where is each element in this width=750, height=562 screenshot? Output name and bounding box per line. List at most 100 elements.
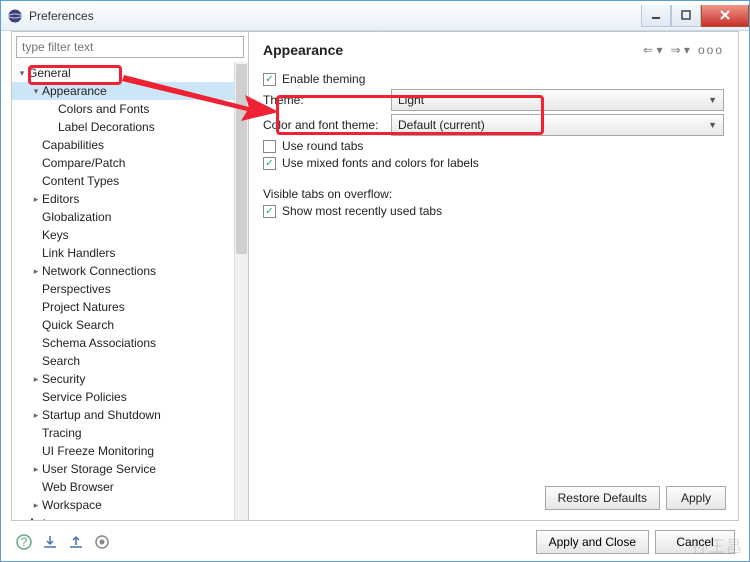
expand-icon[interactable]: ▸ — [30, 406, 42, 424]
color-font-theme-combo[interactable]: Default (current) ▼ — [391, 114, 724, 136]
window-buttons — [641, 5, 749, 27]
tree-item-label: Link Handlers — [42, 244, 115, 262]
tree-scrollbar[interactable] — [234, 62, 248, 520]
theme-value: Light — [398, 93, 424, 107]
apply-and-close-button[interactable]: Apply and Close — [536, 530, 649, 554]
tree-item[interactable]: Tracing — [12, 424, 234, 442]
expand-icon[interactable]: ▸ — [30, 496, 42, 514]
tree-item-label: Label Decorations — [58, 118, 155, 136]
tree-item[interactable]: Link Handlers — [12, 244, 234, 262]
tree-item-label: Service Policies — [42, 388, 127, 406]
tree-item[interactable]: Schema Associations — [12, 334, 234, 352]
scrollbar-thumb[interactable] — [236, 64, 247, 254]
tree-item[interactable]: Web Browser — [12, 478, 234, 496]
expand-icon[interactable]: ▸ — [30, 262, 42, 280]
mixed-fonts-checkbox[interactable]: Use mixed fonts and colors for labels — [263, 156, 479, 170]
theme-row: Theme: Light ▼ — [263, 89, 724, 111]
tree-item-label: Project Natures — [42, 298, 125, 316]
tree-item-label: Editors — [42, 190, 79, 208]
category-tree[interactable]: ▾General▾AppearanceColors and FontsLabel… — [12, 62, 234, 520]
tree-scroll: ▾General▾AppearanceColors and FontsLabel… — [12, 62, 248, 520]
expand-icon[interactable]: ▸ — [30, 190, 42, 208]
tree-item-label: Colors and Fonts — [58, 100, 149, 118]
tree-item[interactable]: Perspectives — [12, 280, 234, 298]
tree-item[interactable]: Compare/Patch — [12, 154, 234, 172]
tree-item-label: UI Freeze Monitoring — [42, 442, 154, 460]
record-icon[interactable] — [93, 533, 111, 551]
tree-item-label: Tracing — [42, 424, 82, 442]
round-tabs-row: Use round tabs — [263, 139, 724, 153]
tree-item-label: Quick Search — [42, 316, 114, 334]
expand-icon[interactable]: ▸ — [16, 514, 28, 520]
expand-icon[interactable]: ▾ — [16, 64, 28, 82]
expand-icon[interactable]: ▸ — [30, 370, 42, 388]
tree-item[interactable]: ▸Network Connections — [12, 262, 234, 280]
tree-item[interactable]: Search — [12, 352, 234, 370]
cancel-button[interactable]: Cancel — [655, 530, 735, 554]
mru-checkbox[interactable]: Show most recently used tabs — [263, 204, 442, 218]
tree-item[interactable]: ▸Startup and Shutdown — [12, 406, 234, 424]
tree-item-label: Keys — [42, 226, 69, 244]
tree-item[interactable]: Colors and Fonts — [12, 100, 234, 118]
tree-item-label: Network Connections — [42, 262, 156, 280]
tree-item[interactable]: Label Decorations — [12, 118, 234, 136]
tree-item[interactable]: ▸Workspace — [12, 496, 234, 514]
page-button-row: Restore Defaults Apply — [545, 486, 726, 510]
menu-icon[interactable]: ooo — [698, 43, 724, 57]
enable-theming-checkbox[interactable]: Enable theming — [263, 72, 365, 86]
forward-icon[interactable]: ⇒ ▾ — [671, 43, 690, 57]
tree-item-label: Startup and Shutdown — [42, 406, 161, 424]
tree-item[interactable]: UI Freeze Monitoring — [12, 442, 234, 460]
tree-item[interactable]: Capabilities — [12, 136, 234, 154]
tree-item-label: Content Types — [42, 172, 119, 190]
restore-defaults-button[interactable]: Restore Defaults — [545, 486, 660, 510]
color-font-theme-row: Color and font theme: Default (current) … — [263, 114, 724, 136]
color-font-theme-value: Default (current) — [398, 118, 485, 132]
tree-item-label: Ant — [28, 514, 46, 520]
export-icon[interactable] — [67, 533, 85, 551]
window-title: Preferences — [29, 9, 641, 23]
dialog-button-bar: ? Apply and Close Cancel — [1, 521, 749, 561]
minimize-button[interactable] — [641, 5, 671, 27]
tree-item[interactable]: Keys — [12, 226, 234, 244]
tree-item-label: Globalization — [42, 208, 111, 226]
mru-label: Show most recently used tabs — [282, 204, 442, 218]
checkbox-icon — [263, 73, 276, 86]
tree-item[interactable]: Project Natures — [12, 298, 234, 316]
expand-icon[interactable]: ▸ — [30, 460, 42, 478]
checkbox-icon — [263, 157, 276, 170]
mixed-fonts-label: Use mixed fonts and colors for labels — [282, 156, 479, 170]
visible-tabs-heading: Visible tabs on overflow: — [263, 187, 724, 201]
tree-item[interactable]: Quick Search — [12, 316, 234, 334]
round-tabs-checkbox[interactable]: Use round tabs — [263, 139, 363, 153]
theme-label: Theme: — [263, 93, 391, 107]
tree-item-label: Search — [42, 352, 80, 370]
back-icon[interactable]: ⇐ ▾ — [643, 43, 662, 57]
tree-item-label: Perspectives — [42, 280, 111, 298]
apply-button[interactable]: Apply — [666, 486, 726, 510]
tree-item[interactable]: Service Policies — [12, 388, 234, 406]
tree-item[interactable]: ▾General — [12, 64, 234, 82]
expand-icon[interactable]: ▾ — [30, 82, 42, 100]
enable-theming-label: Enable theming — [282, 72, 365, 86]
theme-combo[interactable]: Light ▼ — [391, 89, 724, 111]
maximize-button[interactable] — [671, 5, 701, 27]
round-tabs-label: Use round tabs — [282, 139, 363, 153]
close-button[interactable] — [701, 5, 749, 27]
tree-item[interactable]: Content Types — [12, 172, 234, 190]
filter-input[interactable] — [16, 36, 244, 58]
tree-item[interactable]: ▸Editors — [12, 190, 234, 208]
tree-item-label: Workspace — [42, 496, 102, 514]
tree-item-label: User Storage Service — [42, 460, 156, 478]
import-icon[interactable] — [41, 533, 59, 551]
tree-item[interactable]: ▸Ant — [12, 514, 234, 520]
category-pane: ▾General▾AppearanceColors and FontsLabel… — [11, 31, 249, 521]
help-icon[interactable]: ? — [15, 533, 33, 551]
tree-item[interactable]: ▸User Storage Service — [12, 460, 234, 478]
tree-item[interactable]: ▸Security — [12, 370, 234, 388]
tree-item[interactable]: Globalization — [12, 208, 234, 226]
tree-item[interactable]: ▾Appearance — [12, 82, 234, 100]
enable-theming-row: Enable theming — [263, 72, 724, 86]
tree-item-label: Appearance — [42, 82, 107, 100]
tree-item-label: General — [28, 64, 71, 82]
